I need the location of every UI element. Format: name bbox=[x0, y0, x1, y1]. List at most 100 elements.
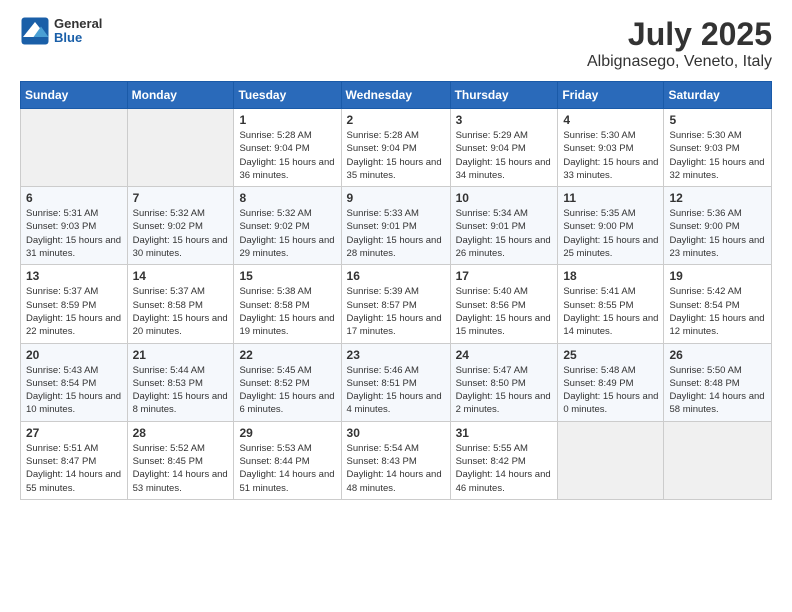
table-row bbox=[21, 109, 128, 187]
table-row: 28 Sunrise: 5:52 AM Sunset: 8:45 PM Dayli… bbox=[127, 421, 234, 499]
table-row: 12 Sunrise: 5:36 AM Sunset: 9:00 PM Dayli… bbox=[664, 187, 772, 265]
day-info: Sunrise: 5:54 AM Sunset: 8:43 PM Dayligh… bbox=[347, 442, 445, 495]
table-row: 3Sunrise: 5:29 AM Sunset: 9:04 PM Daylig… bbox=[450, 109, 558, 187]
logo-blue: Blue bbox=[54, 31, 102, 45]
table-row: 9 Sunrise: 5:33 AM Sunset: 9:01 PM Daylig… bbox=[341, 187, 450, 265]
calendar-week-2: 13Sunrise: 5:37 AM Sunset: 8:59 PM Dayli… bbox=[21, 265, 772, 343]
table-row: 20 Sunrise: 5:43 AM Sunset: 8:54 PM Dayli… bbox=[21, 343, 128, 421]
day-info: Sunrise: 5:28 AM Sunset: 9:04 PM Dayligh… bbox=[347, 129, 445, 182]
day-info: Sunrise: 5:28 AM Sunset: 9:04 PM Dayligh… bbox=[239, 129, 335, 182]
day-info: Sunrise: 5:41 AM Sunset: 8:55 PM Dayligh… bbox=[563, 285, 658, 338]
day-number: 23 bbox=[347, 348, 445, 362]
day-number: 4 bbox=[563, 113, 658, 127]
day-number: 10 bbox=[456, 191, 553, 205]
page: General Blue July 2025 Albignasego, Vene… bbox=[0, 0, 792, 612]
table-row: 17Sunrise: 5:40 AM Sunset: 8:56 PM Dayli… bbox=[450, 265, 558, 343]
table-row: 7 Sunrise: 5:32 AM Sunset: 9:02 PM Daylig… bbox=[127, 187, 234, 265]
calendar-week-4: 27 Sunrise: 5:51 AM Sunset: 8:47 PM Dayli… bbox=[21, 421, 772, 499]
day-info: Sunrise: 5:30 AM Sunset: 9:03 PM Dayligh… bbox=[669, 129, 766, 182]
table-row: 27 Sunrise: 5:51 AM Sunset: 8:47 PM Dayli… bbox=[21, 421, 128, 499]
col-friday: Friday bbox=[558, 82, 664, 109]
header: General Blue July 2025 Albignasego, Vene… bbox=[20, 16, 772, 71]
day-info: Sunrise: 5:52 AM Sunset: 8:45 PM Dayligh… bbox=[133, 442, 229, 495]
day-info: Sunrise: 5:51 AM Sunset: 8:47 PM Dayligh… bbox=[26, 442, 122, 495]
day-number: 26 bbox=[669, 348, 766, 362]
calendar-week-1: 6 Sunrise: 5:31 AM Sunset: 9:03 PM Daylig… bbox=[21, 187, 772, 265]
table-row bbox=[127, 109, 234, 187]
table-row: 2 Sunrise: 5:28 AM Sunset: 9:04 PM Daylig… bbox=[341, 109, 450, 187]
day-info: Sunrise: 5:34 AM Sunset: 9:01 PM Dayligh… bbox=[456, 207, 553, 260]
day-number: 28 bbox=[133, 426, 229, 440]
day-info: Sunrise: 5:38 AM Sunset: 8:58 PM Dayligh… bbox=[239, 285, 335, 338]
table-row: 13Sunrise: 5:37 AM Sunset: 8:59 PM Dayli… bbox=[21, 265, 128, 343]
day-info: Sunrise: 5:37 AM Sunset: 8:58 PM Dayligh… bbox=[133, 285, 229, 338]
day-number: 19 bbox=[669, 269, 766, 283]
table-row: 19 Sunrise: 5:42 AM Sunset: 8:54 PM Dayli… bbox=[664, 265, 772, 343]
day-number: 5 bbox=[669, 113, 766, 127]
day-info: Sunrise: 5:42 AM Sunset: 8:54 PM Dayligh… bbox=[669, 285, 766, 338]
table-row bbox=[664, 421, 772, 499]
table-row: 23 Sunrise: 5:46 AM Sunset: 8:51 PM Dayli… bbox=[341, 343, 450, 421]
day-number: 29 bbox=[239, 426, 335, 440]
day-number: 1 bbox=[239, 113, 335, 127]
day-info: Sunrise: 5:32 AM Sunset: 9:02 PM Dayligh… bbox=[239, 207, 335, 260]
table-row: 16 Sunrise: 5:39 AM Sunset: 8:57 PM Dayli… bbox=[341, 265, 450, 343]
day-number: 3 bbox=[456, 113, 553, 127]
col-wednesday: Wednesday bbox=[341, 82, 450, 109]
table-row: 18 Sunrise: 5:41 AM Sunset: 8:55 PM Dayli… bbox=[558, 265, 664, 343]
table-row: 5 Sunrise: 5:30 AM Sunset: 9:03 PM Daylig… bbox=[664, 109, 772, 187]
day-number: 21 bbox=[133, 348, 229, 362]
day-info: Sunrise: 5:40 AM Sunset: 8:56 PM Dayligh… bbox=[456, 285, 553, 338]
day-info: Sunrise: 5:31 AM Sunset: 9:03 PM Dayligh… bbox=[26, 207, 122, 260]
table-row: 24 Sunrise: 5:47 AM Sunset: 8:50 PM Dayli… bbox=[450, 343, 558, 421]
col-tuesday: Tuesday bbox=[234, 82, 341, 109]
table-row: 8Sunrise: 5:32 AM Sunset: 9:02 PM Daylig… bbox=[234, 187, 341, 265]
calendar-week-0: 1 Sunrise: 5:28 AM Sunset: 9:04 PM Daylig… bbox=[21, 109, 772, 187]
day-number: 15 bbox=[239, 269, 335, 283]
day-number: 14 bbox=[133, 269, 229, 283]
table-row: 25 Sunrise: 5:48 AM Sunset: 8:49 PM Dayli… bbox=[558, 343, 664, 421]
day-number: 9 bbox=[347, 191, 445, 205]
day-info: Sunrise: 5:53 AM Sunset: 8:44 PM Dayligh… bbox=[239, 442, 335, 495]
day-number: 18 bbox=[563, 269, 658, 283]
table-row: 15 Sunrise: 5:38 AM Sunset: 8:58 PM Dayli… bbox=[234, 265, 341, 343]
day-number: 16 bbox=[347, 269, 445, 283]
table-row: 4Sunrise: 5:30 AM Sunset: 9:03 PM Daylig… bbox=[558, 109, 664, 187]
title-block: July 2025 Albignasego, Veneto, Italy bbox=[587, 16, 772, 71]
day-number: 25 bbox=[563, 348, 658, 362]
day-number: 2 bbox=[347, 113, 445, 127]
col-sunday: Sunday bbox=[21, 82, 128, 109]
day-number: 24 bbox=[456, 348, 553, 362]
day-info: Sunrise: 5:45 AM Sunset: 8:52 PM Dayligh… bbox=[239, 364, 335, 417]
day-number: 20 bbox=[26, 348, 122, 362]
day-info: Sunrise: 5:32 AM Sunset: 9:02 PM Dayligh… bbox=[133, 207, 229, 260]
day-info: Sunrise: 5:39 AM Sunset: 8:57 PM Dayligh… bbox=[347, 285, 445, 338]
calendar-header-row: Sunday Monday Tuesday Wednesday Thursday… bbox=[21, 82, 772, 109]
day-number: 31 bbox=[456, 426, 553, 440]
day-info: Sunrise: 5:37 AM Sunset: 8:59 PM Dayligh… bbox=[26, 285, 122, 338]
col-saturday: Saturday bbox=[664, 82, 772, 109]
day-info: Sunrise: 5:36 AM Sunset: 9:00 PM Dayligh… bbox=[669, 207, 766, 260]
month-title: July 2025 bbox=[587, 16, 772, 53]
day-info: Sunrise: 5:46 AM Sunset: 8:51 PM Dayligh… bbox=[347, 364, 445, 417]
table-row: 1 Sunrise: 5:28 AM Sunset: 9:04 PM Daylig… bbox=[234, 109, 341, 187]
table-row bbox=[558, 421, 664, 499]
day-info: Sunrise: 5:47 AM Sunset: 8:50 PM Dayligh… bbox=[456, 364, 553, 417]
day-number: 22 bbox=[239, 348, 335, 362]
table-row: 21 Sunrise: 5:44 AM Sunset: 8:53 PM Dayli… bbox=[127, 343, 234, 421]
day-number: 12 bbox=[669, 191, 766, 205]
calendar-table: Sunday Monday Tuesday Wednesday Thursday… bbox=[20, 81, 772, 500]
day-number: 7 bbox=[133, 191, 229, 205]
day-info: Sunrise: 5:44 AM Sunset: 8:53 PM Dayligh… bbox=[133, 364, 229, 417]
day-info: Sunrise: 5:33 AM Sunset: 9:01 PM Dayligh… bbox=[347, 207, 445, 260]
day-info: Sunrise: 5:43 AM Sunset: 8:54 PM Dayligh… bbox=[26, 364, 122, 417]
day-number: 11 bbox=[563, 191, 658, 205]
table-row: 22 Sunrise: 5:45 AM Sunset: 8:52 PM Dayli… bbox=[234, 343, 341, 421]
logo-icon bbox=[20, 16, 50, 46]
day-number: 27 bbox=[26, 426, 122, 440]
day-number: 6 bbox=[26, 191, 122, 205]
table-row: 30Sunrise: 5:54 AM Sunset: 8:43 PM Dayli… bbox=[341, 421, 450, 499]
table-row: 29 Sunrise: 5:53 AM Sunset: 8:44 PM Dayli… bbox=[234, 421, 341, 499]
day-info: Sunrise: 5:48 AM Sunset: 8:49 PM Dayligh… bbox=[563, 364, 658, 417]
col-monday: Monday bbox=[127, 82, 234, 109]
